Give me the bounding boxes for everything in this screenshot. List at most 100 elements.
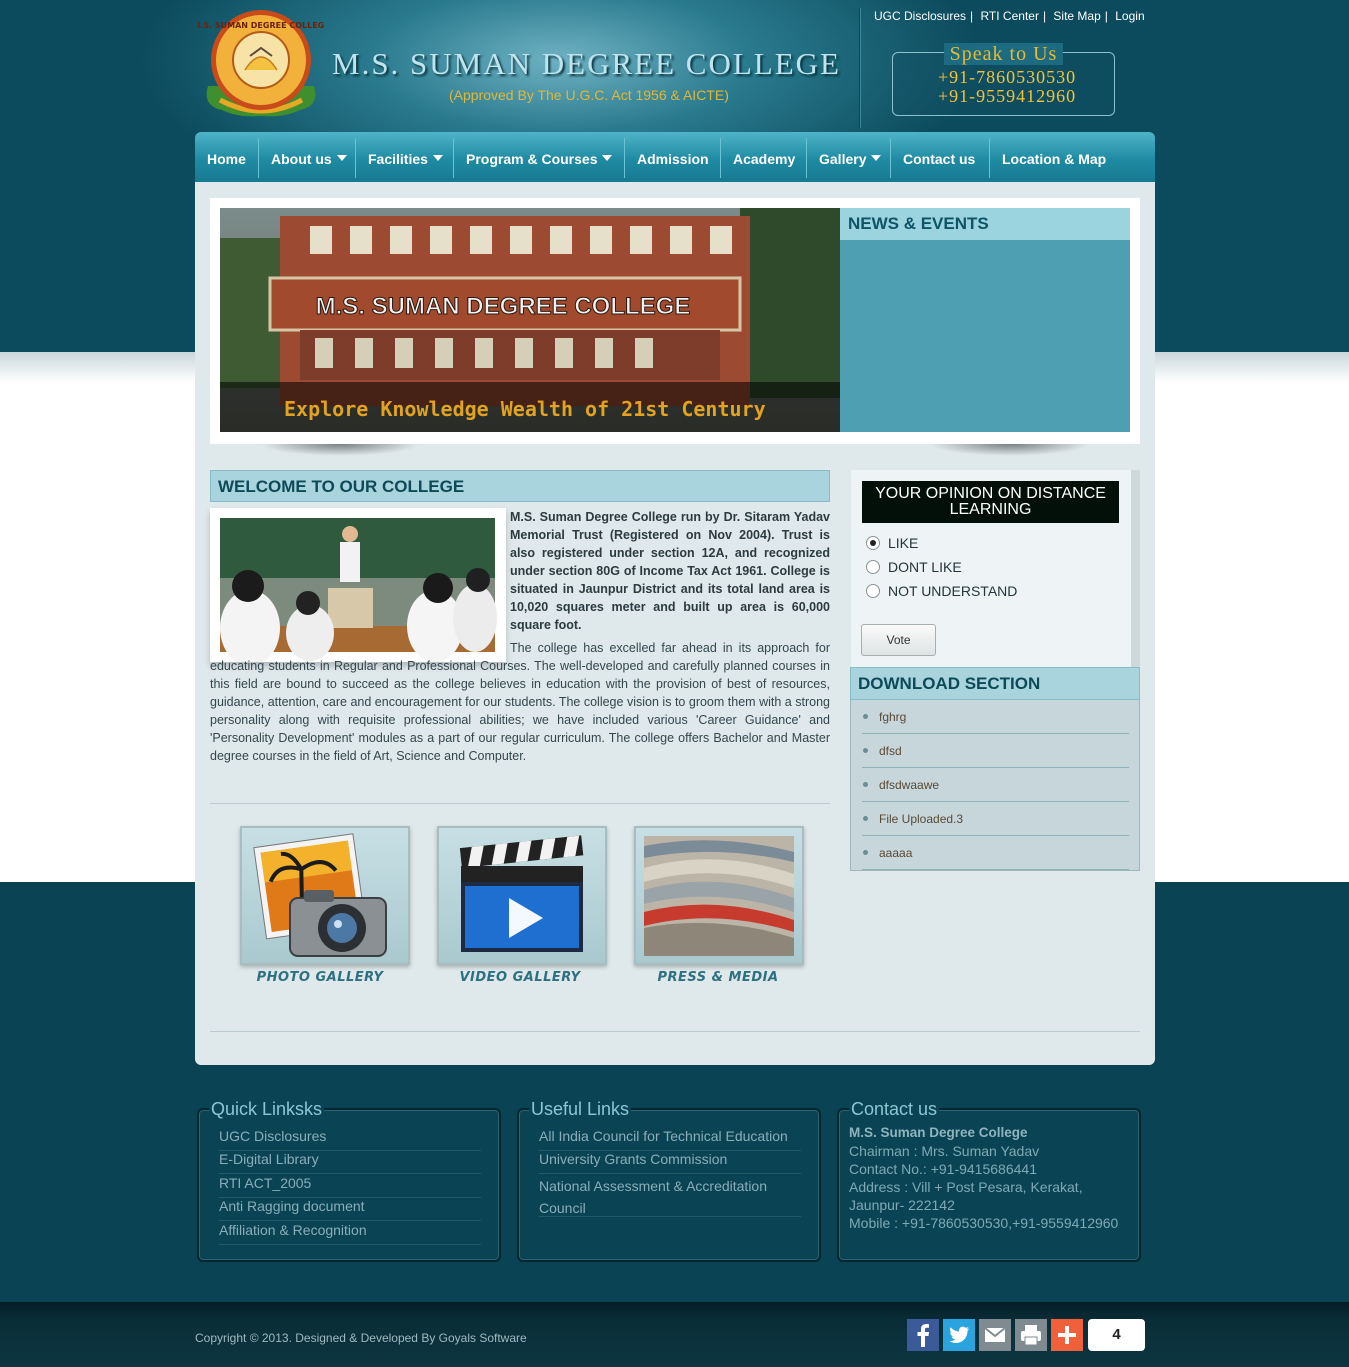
nav-facilities-label: Facilities	[368, 151, 428, 167]
download-item[interactable]: File Uploaded.3	[862, 802, 1129, 836]
contact-title: Contact us	[849, 1099, 940, 1120]
approval-note: (Approved By The U.G.C. Act 1956 & AICTE…	[449, 87, 729, 103]
poll-option-label: LIKE	[888, 535, 919, 551]
top-link-ugc-disclosures[interactable]: UGC Disclosures	[874, 9, 966, 23]
press-media-label[interactable]: PRESS & MEDIA	[633, 970, 803, 985]
phone-number-1[interactable]: +91-7860530530	[938, 67, 1076, 88]
nav-contact-us[interactable]: Contact us	[903, 132, 975, 182]
nav-gallery[interactable]: Gallery	[819, 132, 882, 182]
share-count: 4	[1088, 1319, 1145, 1351]
contact-address-city: Jaunpur- 222142	[849, 1197, 955, 1213]
poll-option-not-understand[interactable]: NOT UNDERSTAND	[866, 583, 1017, 599]
nav-about-us-label: About us	[271, 151, 332, 167]
footer-link-anti-ragging[interactable]: Anti Ragging document	[219, 1198, 481, 1221]
nav-home[interactable]: Home	[207, 132, 246, 182]
nav-location-map[interactable]: Location & Map	[1002, 132, 1106, 182]
photo-gallery-label[interactable]: PHOTO GALLERY	[235, 970, 405, 985]
divider	[210, 803, 830, 804]
poll-title: YOUR OPINION ON DISTANCE LEARNING	[862, 481, 1119, 523]
download-item[interactable]: fghrg	[862, 700, 1129, 734]
facebook-share-icon[interactable]	[907, 1319, 939, 1351]
contact-chairman: Chairman : Mrs. Suman Yadav	[849, 1143, 1040, 1159]
slider-banner-text: M.S. SUMAN DEGREE COLLEGE	[316, 293, 691, 320]
college-logo[interactable]: M.S. SUMAN DEGREE COLLEGE	[192, 8, 330, 120]
poll-option-label: NOT UNDERSTAND	[888, 583, 1018, 599]
poll-option-label: DONT LIKE	[888, 559, 962, 575]
nav-facilities[interactable]: Facilities	[368, 132, 443, 182]
nav-academy-label: Academy	[733, 151, 796, 167]
footer-link-ugc-disclosures[interactable]: UGC Disclosures	[219, 1128, 481, 1151]
nav-contact-us-label: Contact us	[903, 151, 976, 167]
contact-mobile: Mobile : +91-7860530530,+91-9559412960	[849, 1215, 1119, 1231]
footer-link-aicte[interactable]: All India Council for Technical Educatio…	[539, 1128, 801, 1151]
phone-number-2[interactable]: +91-9559412960	[938, 86, 1076, 107]
footer-link-rti-act[interactable]: RTI ACT_2005	[219, 1175, 481, 1198]
news-events-title: NEWS & EVENTS	[840, 208, 1130, 240]
print-icon[interactable]	[1015, 1319, 1047, 1351]
welcome-title: WELCOME TO OUR COLLEGE	[210, 470, 830, 502]
header-divider	[859, 8, 861, 128]
video-gallery-tile[interactable]	[437, 826, 607, 965]
nav-separator	[806, 138, 807, 178]
photo-gallery-tile[interactable]	[240, 826, 410, 965]
nav-program-courses[interactable]: Program & Courses	[466, 132, 613, 182]
nav-about-us[interactable]: About us	[271, 132, 347, 182]
welcome-bold-text: M.S. Suman Degree College run by Dr. Sit…	[510, 510, 830, 632]
copyright-text: Copyright © 2013. Designed & Developed B…	[195, 1331, 527, 1345]
top-link-site-map[interactable]: Site Map	[1053, 9, 1100, 23]
download-item[interactable]: dfsdwaawe	[862, 768, 1129, 802]
speak-to-us-label: Speak to Us	[943, 43, 1064, 65]
contact-college-name: M.S. Suman Degree College	[849, 1125, 1028, 1140]
chevron-down-icon	[432, 155, 443, 161]
footer-link-naac[interactable]: National Assessment & Accreditation Coun…	[539, 1175, 801, 1217]
slider-shadow	[930, 444, 1090, 456]
poll-option-like[interactable]: LIKE	[866, 535, 918, 551]
nav-separator	[624, 138, 625, 178]
nav-separator	[453, 138, 454, 178]
nav-admission[interactable]: Admission	[637, 132, 709, 182]
top-link-rti-center[interactable]: RTI Center	[980, 9, 1038, 23]
download-item[interactable]: dfsd	[862, 734, 1129, 768]
slider-shadow	[260, 444, 420, 456]
nav-academy[interactable]: Academy	[733, 132, 795, 182]
add-share-icon[interactable]	[1051, 1319, 1083, 1351]
nav-separator	[258, 138, 259, 178]
video-gallery-label[interactable]: VIDEO GALLERY	[435, 970, 605, 985]
news-events-box	[840, 208, 1130, 432]
nav-program-courses-label: Program & Courses	[466, 151, 598, 167]
press-media-tile[interactable]	[634, 826, 804, 965]
download-item[interactable]: aaaaa	[862, 836, 1129, 870]
twitter-share-icon[interactable]	[943, 1319, 975, 1351]
poll-option-dont-like[interactable]: DONT LIKE	[866, 559, 962, 575]
quick-links-title: Quick Linksks	[209, 1099, 325, 1120]
nav-location-map-label: Location & Map	[1002, 151, 1107, 167]
poll-scrollbar[interactable]	[1131, 470, 1140, 667]
radio-icon[interactable]	[866, 560, 880, 574]
slider-caption: Explore Knowledge Wealth of 21st Century	[284, 397, 766, 421]
email-share-icon[interactable]	[979, 1319, 1011, 1351]
useful-links-title: Useful Links	[529, 1099, 632, 1120]
college-name: M.S. SUMAN DEGREE COLLEGE	[332, 46, 841, 81]
chevron-down-icon	[602, 155, 613, 161]
footer-link-ugc[interactable]: University Grants Commission	[539, 1151, 801, 1174]
speak-to-us-title: Speak to Us	[892, 43, 1115, 66]
nav-separator	[720, 138, 721, 178]
footer-link-e-digital-library[interactable]: E-Digital Library	[219, 1151, 481, 1174]
radio-selected-icon[interactable]	[866, 536, 880, 550]
radio-icon[interactable]	[866, 584, 880, 598]
top-links: UGC Disclosures | RTI Center | Site Map | L…	[874, 9, 1145, 23]
nav-home-label: Home	[207, 151, 246, 167]
nav-separator	[890, 138, 891, 178]
main-nav: Home About us Facilities Program & Cours…	[195, 132, 1155, 182]
welcome-paragraph: The college has excelled far ahead in it…	[210, 641, 830, 763]
contact-number: Contact No.: +91-9415686441	[849, 1161, 1037, 1177]
download-section-title: DOWNLOAD SECTION	[850, 667, 1140, 700]
welcome-text: M.S. Suman Degree College run by Dr. Sit…	[210, 508, 830, 765]
top-link-login[interactable]: Login	[1115, 9, 1144, 23]
campus-slider-image[interactable]: M.S. SUMAN DEGREE COLLEGE Explore Knowle…	[220, 208, 840, 432]
footer-link-affiliation[interactable]: Affiliation & Recognition	[219, 1222, 481, 1245]
nav-separator	[355, 138, 356, 178]
vote-button[interactable]: Vote	[861, 624, 936, 656]
chevron-down-icon	[336, 155, 347, 161]
divider	[210, 1031, 1140, 1032]
